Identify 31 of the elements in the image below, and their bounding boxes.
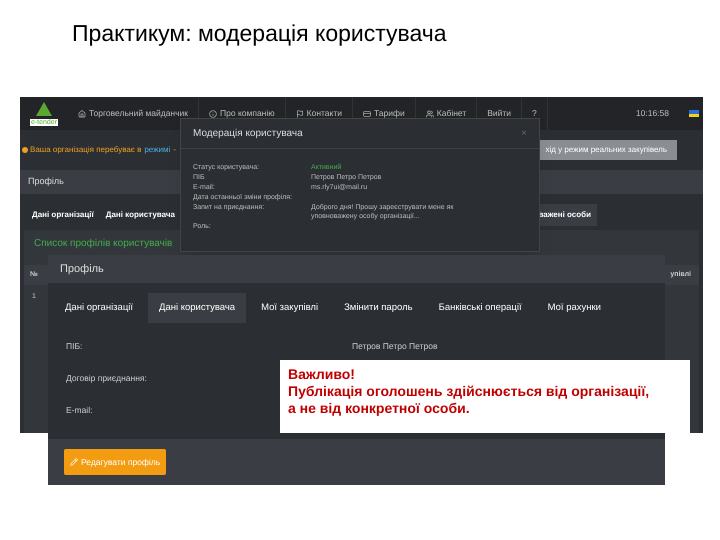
field-label: Договір приєднання: <box>66 372 147 384</box>
notice-link[interactable]: режимі <box>144 144 170 156</box>
field-label: ПІБ: <box>66 340 82 352</box>
notice-text: - <box>173 144 176 156</box>
field-value: Петров Петро Петров <box>352 340 438 352</box>
flag-icon <box>296 110 304 118</box>
info-icon <box>209 110 218 118</box>
slide-title: Практикум: модерація користувача <box>72 19 447 48</box>
dialog-title: Модерація користувача <box>193 127 303 141</box>
tab[interactable]: Мої закупівлі <box>250 293 330 323</box>
tab[interactable]: Дані користувача <box>148 293 246 323</box>
users-icon <box>426 110 434 118</box>
tab[interactable]: Дані організації <box>54 293 144 323</box>
tab[interactable]: Дані користувача <box>100 204 181 226</box>
field-label: E-mail: <box>66 404 92 416</box>
tab[interactable]: Мої рахунки <box>536 293 612 323</box>
pencil-icon <box>70 458 78 466</box>
tab[interactable]: Дані організації <box>26 204 100 226</box>
flag-icon <box>689 110 699 117</box>
clock-time: 10:16:58 <box>636 107 669 120</box>
list-title: Список профілів користувачів <box>33 237 174 251</box>
tab[interactable]: Банківські операції <box>428 293 533 323</box>
callout-title: Важливо! <box>288 366 356 383</box>
notice-text: Ваша організація перебуває в <box>30 144 142 156</box>
logo-icon <box>35 101 53 119</box>
house-icon <box>78 110 86 118</box>
callout-text: Публікація оголошень здійснюється від організації, а не від конкретної особи. <box>288 383 650 417</box>
profile-header: Профіль <box>48 255 665 283</box>
notice-icon <box>22 147 28 153</box>
tab[interactable]: Змінити пароль <box>333 293 424 323</box>
card-icon <box>363 110 371 118</box>
